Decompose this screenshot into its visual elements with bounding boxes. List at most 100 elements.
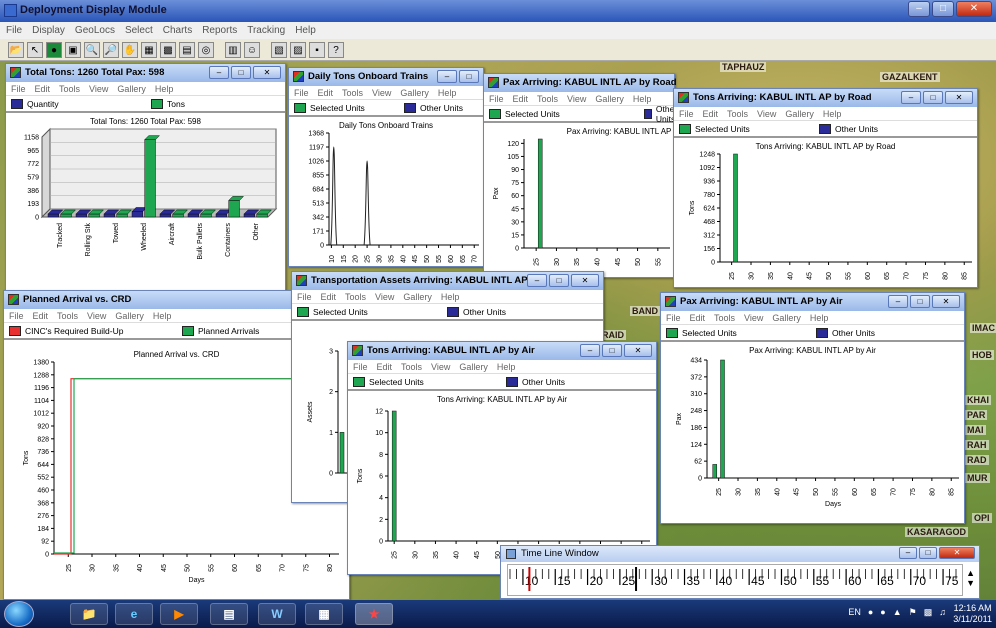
target-icon[interactable]: ◎: [198, 42, 214, 58]
menu-display[interactable]: Display: [32, 25, 65, 36]
menu-file[interactable]: File: [294, 88, 309, 98]
timeline-scale[interactable]: 10 15 20 25 30 35 40 45 50 55 60 65 70 75: [508, 565, 964, 597]
layers-icon[interactable]: ▦: [141, 42, 157, 58]
report-icon[interactable]: ▧: [271, 42, 287, 58]
menu-view[interactable]: View: [89, 84, 108, 94]
menu-tools[interactable]: Tools: [57, 311, 78, 321]
menu-view[interactable]: View: [567, 94, 586, 104]
media-icon[interactable]: ▶: [160, 603, 198, 625]
browser-icon[interactable]: e: [115, 603, 153, 625]
film-icon[interactable]: ▤: [179, 42, 195, 58]
menu-file[interactable]: File: [297, 292, 312, 302]
menu-gallery[interactable]: Gallery: [772, 313, 801, 323]
timeline-scroll-arrows[interactable]: ▲ ▼: [966, 568, 975, 588]
tons-road-window[interactable]: Tons Arriving: KABUL INTL AP by Road – □ ✕…: [673, 88, 978, 288]
minimize-button[interactable]: –: [527, 274, 547, 287]
menu-help[interactable]: Help: [441, 292, 460, 302]
tons-air-window[interactable]: Tons Arriving: KABUL INTL AP by Air – □ ✕ …: [347, 341, 657, 575]
menu-help[interactable]: Help: [438, 88, 457, 98]
menu-help[interactable]: Help: [155, 84, 174, 94]
close-button[interactable]: ✕: [945, 91, 973, 104]
deployment-app-icon[interactable]: ★: [355, 603, 393, 625]
minimize-button[interactable]: –: [901, 91, 921, 104]
close-button[interactable]: ✕: [932, 295, 960, 308]
pax-road-window[interactable]: Pax Arriving: KABUL INTL AP by Road File…: [483, 73, 677, 278]
menu-gallery[interactable]: Gallery: [403, 292, 432, 302]
people-icon[interactable]: ☺: [244, 42, 260, 58]
signal-icon[interactable]: ▩: [924, 607, 933, 618]
cascade-icon[interactable]: ▪: [309, 42, 325, 58]
minimize-button[interactable]: –: [580, 344, 600, 357]
restore-button[interactable]: □: [910, 295, 930, 308]
menu-file[interactable]: File: [679, 109, 694, 119]
daily-tons-trains-window[interactable]: Daily Tons Onboard Trains – □ File Edit Too…: [288, 67, 484, 267]
menu-tools[interactable]: Tools: [342, 88, 363, 98]
pan-icon[interactable]: ✋: [122, 42, 138, 58]
menu-help[interactable]: Help: [810, 313, 829, 323]
menu-reports[interactable]: Reports: [202, 25, 237, 36]
menu-help[interactable]: Help: [153, 311, 172, 321]
zoom-in-icon[interactable]: 🔍: [84, 42, 100, 58]
menu-gallery[interactable]: Gallery: [595, 94, 624, 104]
units-icon[interactable]: ▩: [160, 42, 176, 58]
menu-help[interactable]: Help: [497, 362, 516, 372]
close-button[interactable]: ✕: [956, 1, 992, 17]
start-button[interactable]: [4, 601, 34, 627]
restore-button[interactable]: □: [923, 91, 943, 104]
menu-help[interactable]: Help: [823, 109, 842, 119]
minimize-button[interactable]: –: [908, 1, 930, 17]
open-icon[interactable]: 📂: [8, 42, 24, 58]
menu-file[interactable]: File: [353, 362, 368, 372]
word-icon[interactable]: W: [258, 603, 296, 625]
menu-gallery[interactable]: Gallery: [785, 109, 814, 119]
menu-file[interactable]: File: [489, 94, 504, 104]
language-indicator[interactable]: EN: [848, 607, 861, 618]
minimize-button[interactable]: –: [888, 295, 908, 308]
app-title-bar[interactable]: Deployment Display Module – □ ✕: [0, 0, 996, 22]
close-button[interactable]: ✕: [571, 274, 599, 287]
update-icon[interactable]: ▲: [893, 607, 902, 618]
flag-icon[interactable]: ⚑: [909, 607, 917, 618]
menu-view[interactable]: View: [744, 313, 763, 323]
map-app-icon[interactable]: ▦: [305, 603, 343, 625]
menu-tools[interactable]: Tools: [537, 94, 558, 104]
pointer-icon[interactable]: ↖: [27, 42, 43, 58]
minimize-button[interactable]: –: [437, 70, 457, 83]
total-tons-window[interactable]: Total Tons: 1260 Total Pax: 598 – □ ✕ File…: [5, 63, 286, 295]
menu-tools[interactable]: Tools: [727, 109, 748, 119]
security-icon[interactable]: ●: [880, 607, 885, 618]
notepad-icon[interactable]: ▤: [210, 603, 248, 625]
restore-button[interactable]: □: [602, 344, 622, 357]
close-button[interactable]: ✕: [939, 547, 975, 559]
menu-tools[interactable]: Tools: [345, 292, 366, 302]
menu-view[interactable]: View: [375, 292, 394, 302]
menu-edit[interactable]: Edit: [690, 313, 706, 323]
timeline-ruler[interactable]: 10 15 20 25 30 35 40 45 50 55 60 65 70 75: [507, 564, 963, 596]
menu-edit[interactable]: Edit: [377, 362, 393, 372]
menu-tools[interactable]: Tools: [714, 313, 735, 323]
menu-file[interactable]: File: [9, 311, 24, 321]
menu-geolocs[interactable]: GeoLocs: [75, 25, 115, 36]
restore-button[interactable]: □: [549, 274, 569, 287]
menu-tools[interactable]: Tools: [401, 362, 422, 372]
menu-gallery[interactable]: Gallery: [117, 84, 146, 94]
menu-edit[interactable]: Edit: [321, 292, 337, 302]
menu-view[interactable]: View: [87, 311, 106, 321]
restore-button[interactable]: □: [459, 70, 479, 83]
menu-edit[interactable]: Edit: [318, 88, 334, 98]
menu-edit[interactable]: Edit: [35, 84, 51, 94]
menu-edit[interactable]: Edit: [33, 311, 49, 321]
menu-gallery[interactable]: Gallery: [400, 88, 429, 98]
menu-help[interactable]: Help: [295, 25, 316, 36]
explorer-icon[interactable]: 📁: [70, 603, 108, 625]
chart-icon[interactable]: ▥: [225, 42, 241, 58]
globe-icon[interactable]: ●: [46, 42, 62, 58]
clock[interactable]: 12:16 AM 3/11/2011: [953, 603, 992, 625]
map-icon[interactable]: ▣: [65, 42, 81, 58]
volume-icon[interactable]: ♫: [939, 607, 946, 618]
menu-tools[interactable]: Tools: [59, 84, 80, 94]
menu-view[interactable]: View: [431, 362, 450, 372]
menu-view[interactable]: View: [757, 109, 776, 119]
maximize-button[interactable]: □: [932, 1, 954, 17]
menu-tracking[interactable]: Tracking: [247, 25, 285, 36]
